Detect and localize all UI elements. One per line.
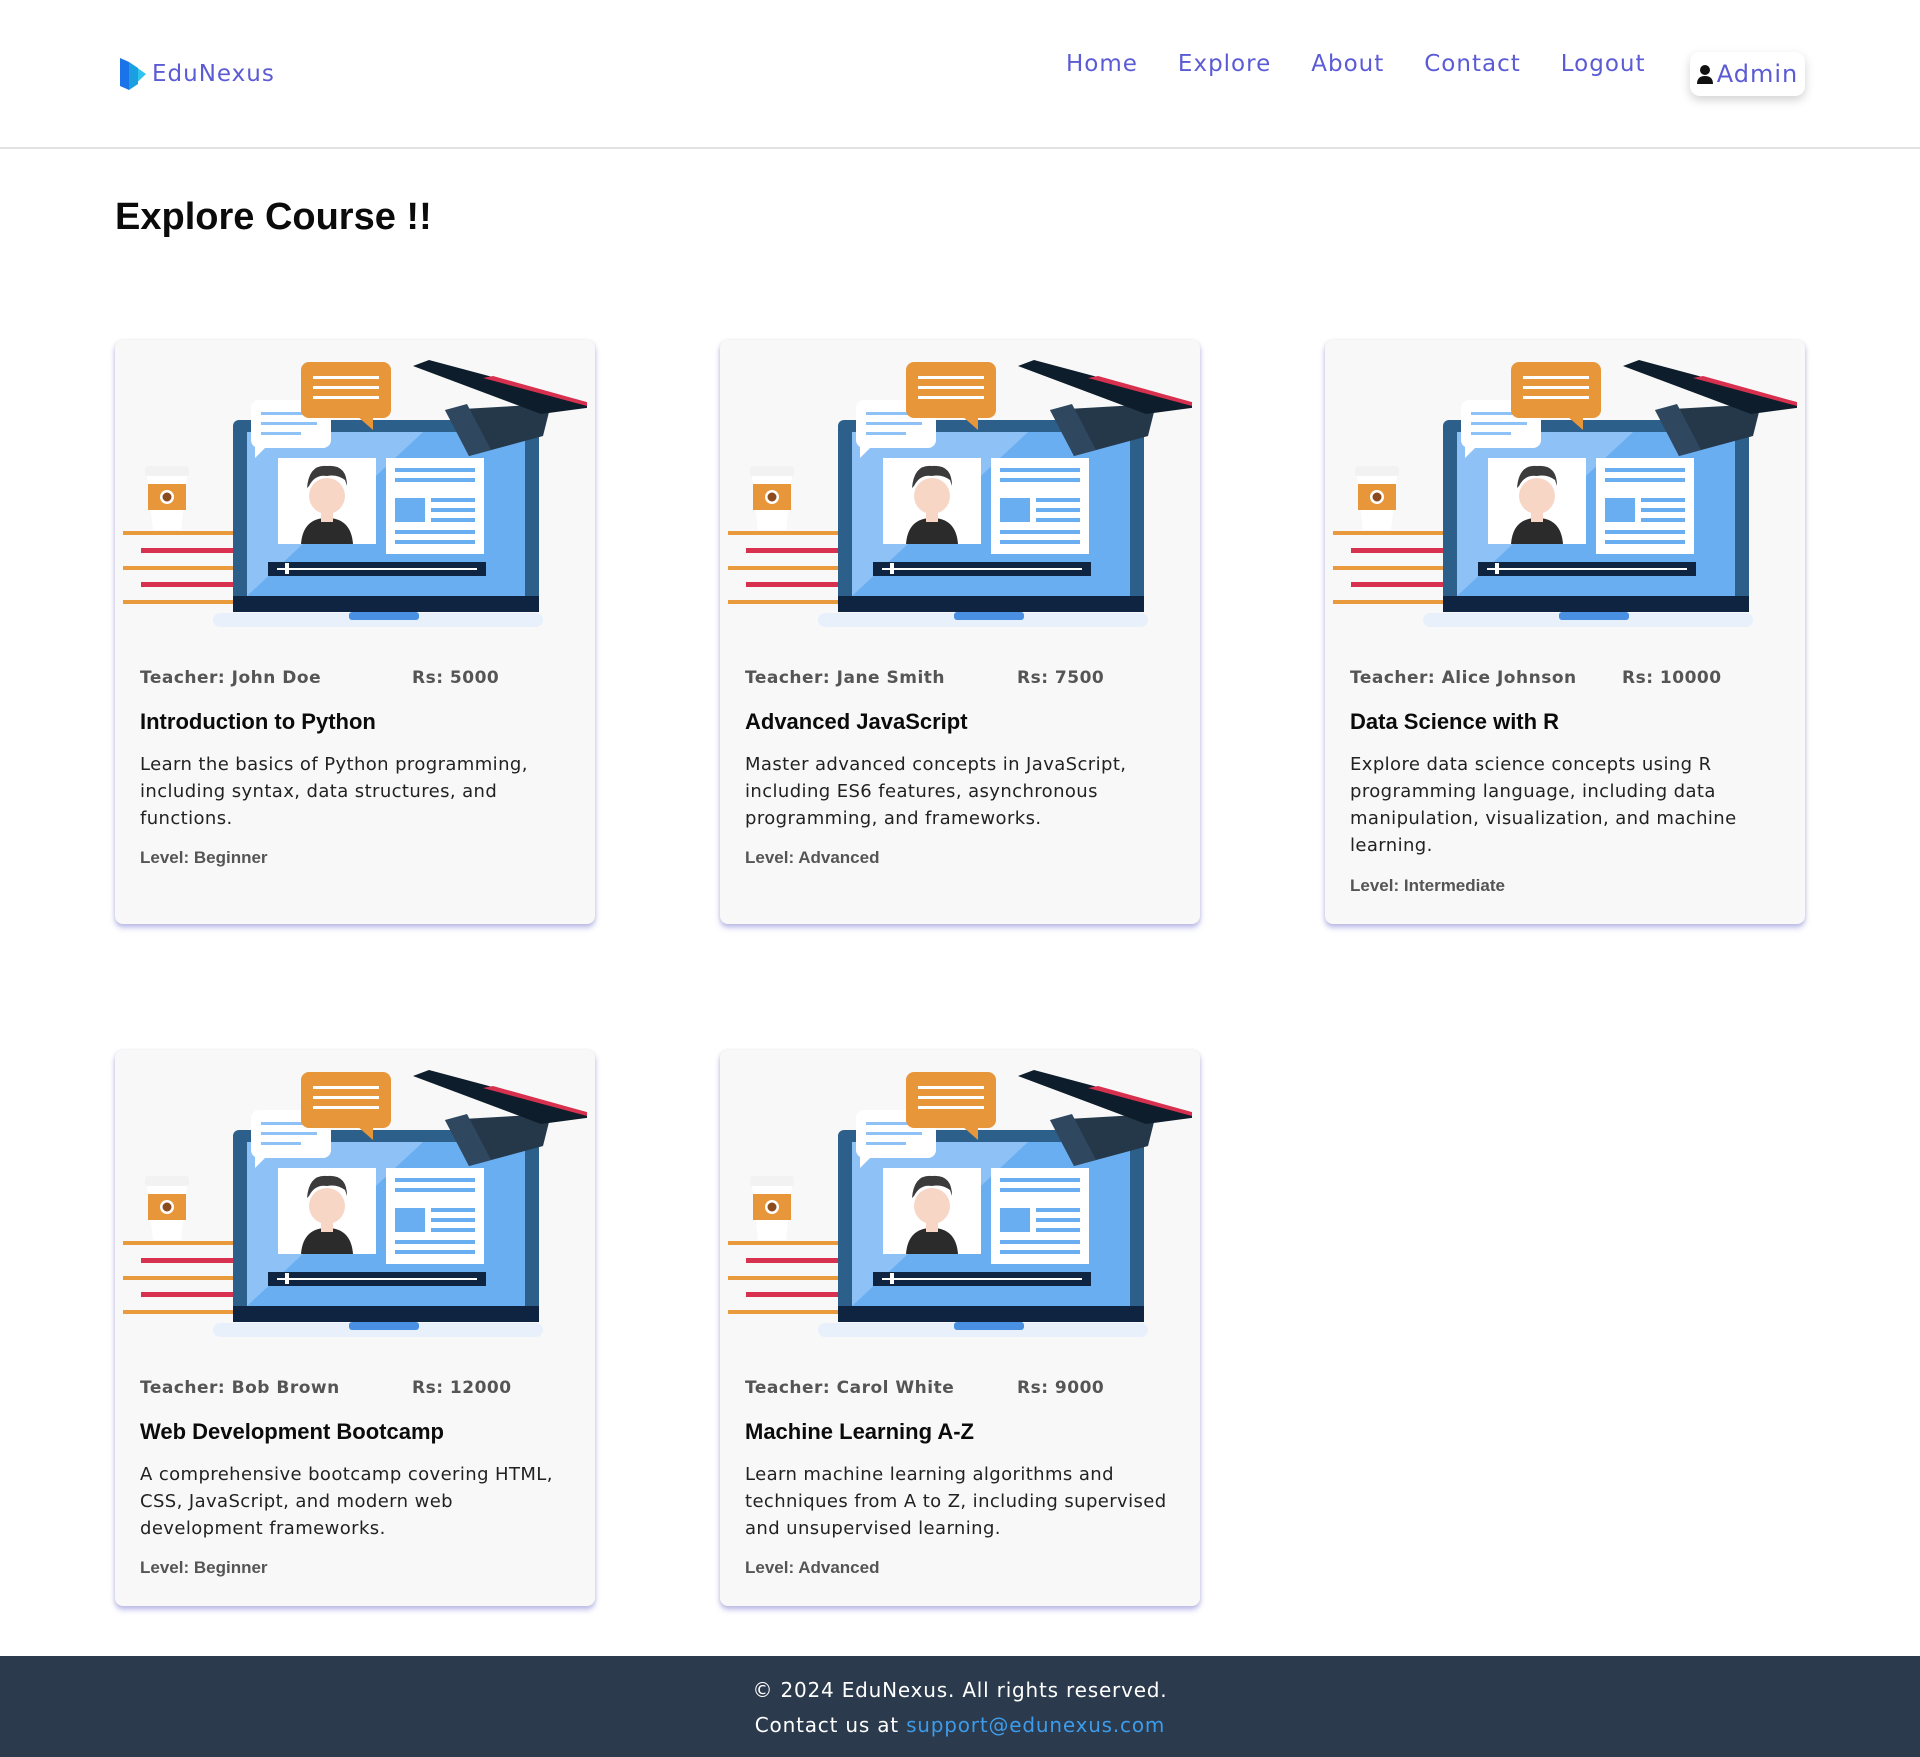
nav-contact[interactable]: Contact — [1424, 51, 1520, 77]
course-level: Level: Beginner — [140, 1558, 268, 1577]
course-price: Rs: 9000 — [1017, 1378, 1105, 1398]
footer-contact-prefix: Contact us at — [754, 1713, 907, 1737]
course-title[interactable]: Web Development Bootcamp — [140, 1419, 444, 1445]
course-price: Rs: 12000 — [412, 1378, 512, 1398]
course-description: Master advanced concepts in JavaScript, … — [745, 754, 1127, 829]
nav-explore[interactable]: Explore — [1178, 51, 1271, 77]
course-level: Level: Advanced — [745, 1558, 880, 1577]
online-course-laptop-illustration — [1333, 360, 1797, 627]
course-title[interactable]: Introduction to Python — [140, 709, 376, 735]
admin-button[interactable]: Admin — [1690, 52, 1805, 96]
footer-email-link[interactable]: support@edunexus.com — [906, 1713, 1165, 1737]
nav-logout[interactable]: Logout — [1561, 51, 1646, 77]
main-nav: Home Explore About Contact Logout — [1066, 51, 1685, 77]
course-card[interactable]: Teacher: Jane Smith Rs: 7500 Advanced Ja… — [720, 340, 1200, 924]
brand-name: EduNexus — [152, 61, 275, 87]
user-icon — [1696, 65, 1713, 84]
site-header: EduNexus Home Explore About Contact Logo… — [0, 0, 1920, 149]
course-card[interactable]: Teacher: Carol White Rs: 9000 Machine Le… — [720, 1050, 1200, 1606]
course-price: Rs: 10000 — [1622, 668, 1722, 688]
course-meta: Teacher: Carol White Rs: 9000 — [745, 1378, 1175, 1400]
page-title: Explore Course !! — [115, 196, 432, 238]
course-teacher: Teacher: Jane Smith — [745, 668, 946, 688]
nav-home[interactable]: Home — [1066, 51, 1138, 77]
play-book-logo-icon — [120, 58, 146, 90]
course-meta: Teacher: Alice Johnson Rs: 10000 — [1350, 668, 1780, 690]
course-level: Level: Intermediate — [1350, 876, 1505, 895]
admin-label: Admin — [1716, 60, 1799, 88]
online-course-laptop-illustration — [123, 1070, 587, 1337]
course-teacher: Teacher: John Doe — [140, 668, 322, 688]
course-price: Rs: 5000 — [412, 668, 500, 688]
course-description: Learn the basics of Python programming, … — [140, 754, 528, 829]
footer-contact: Contact us at support@edunexus.com — [0, 1713, 1920, 1737]
course-meta: Teacher: Bob Brown Rs: 12000 — [140, 1378, 570, 1400]
course-meta: Teacher: John Doe Rs: 5000 — [140, 668, 570, 690]
brand-logo[interactable]: EduNexus — [118, 56, 275, 92]
course-teacher: Teacher: Bob Brown — [140, 1378, 340, 1398]
course-card[interactable]: Teacher: Bob Brown Rs: 12000 Web Develop… — [115, 1050, 595, 1606]
course-level: Level: Beginner — [140, 848, 268, 867]
course-title[interactable]: Advanced JavaScript — [745, 709, 968, 735]
course-card[interactable]: Teacher: John Doe Rs: 5000 Introduction … — [115, 340, 595, 924]
course-meta: Teacher: Jane Smith Rs: 7500 — [745, 668, 1175, 690]
course-price: Rs: 7500 — [1017, 668, 1105, 688]
footer-copyright: © 2024 EduNexus. All rights reserved. — [752, 1678, 1168, 1702]
online-course-laptop-illustration — [728, 1070, 1192, 1337]
course-description: Explore data science concepts using R pr… — [1350, 754, 1737, 856]
nav-about[interactable]: About — [1311, 51, 1384, 77]
course-title[interactable]: Machine Learning A-Z — [745, 1419, 974, 1445]
online-course-laptop-illustration — [728, 360, 1192, 627]
course-teacher: Teacher: Carol White — [745, 1378, 955, 1398]
course-teacher: Teacher: Alice Johnson — [1350, 668, 1577, 688]
course-card[interactable]: Teacher: Alice Johnson Rs: 10000 Data Sc… — [1325, 340, 1805, 924]
site-footer: © 2024 EduNexus. All rights reserved. Co… — [0, 1656, 1920, 1757]
course-level: Level: Advanced — [745, 848, 880, 867]
online-course-laptop-illustration — [123, 360, 587, 627]
course-description: A comprehensive bootcamp covering HTML, … — [140, 1464, 553, 1539]
course-title[interactable]: Data Science with R — [1350, 709, 1559, 735]
course-description: Learn machine learning algorithms and te… — [745, 1464, 1167, 1539]
